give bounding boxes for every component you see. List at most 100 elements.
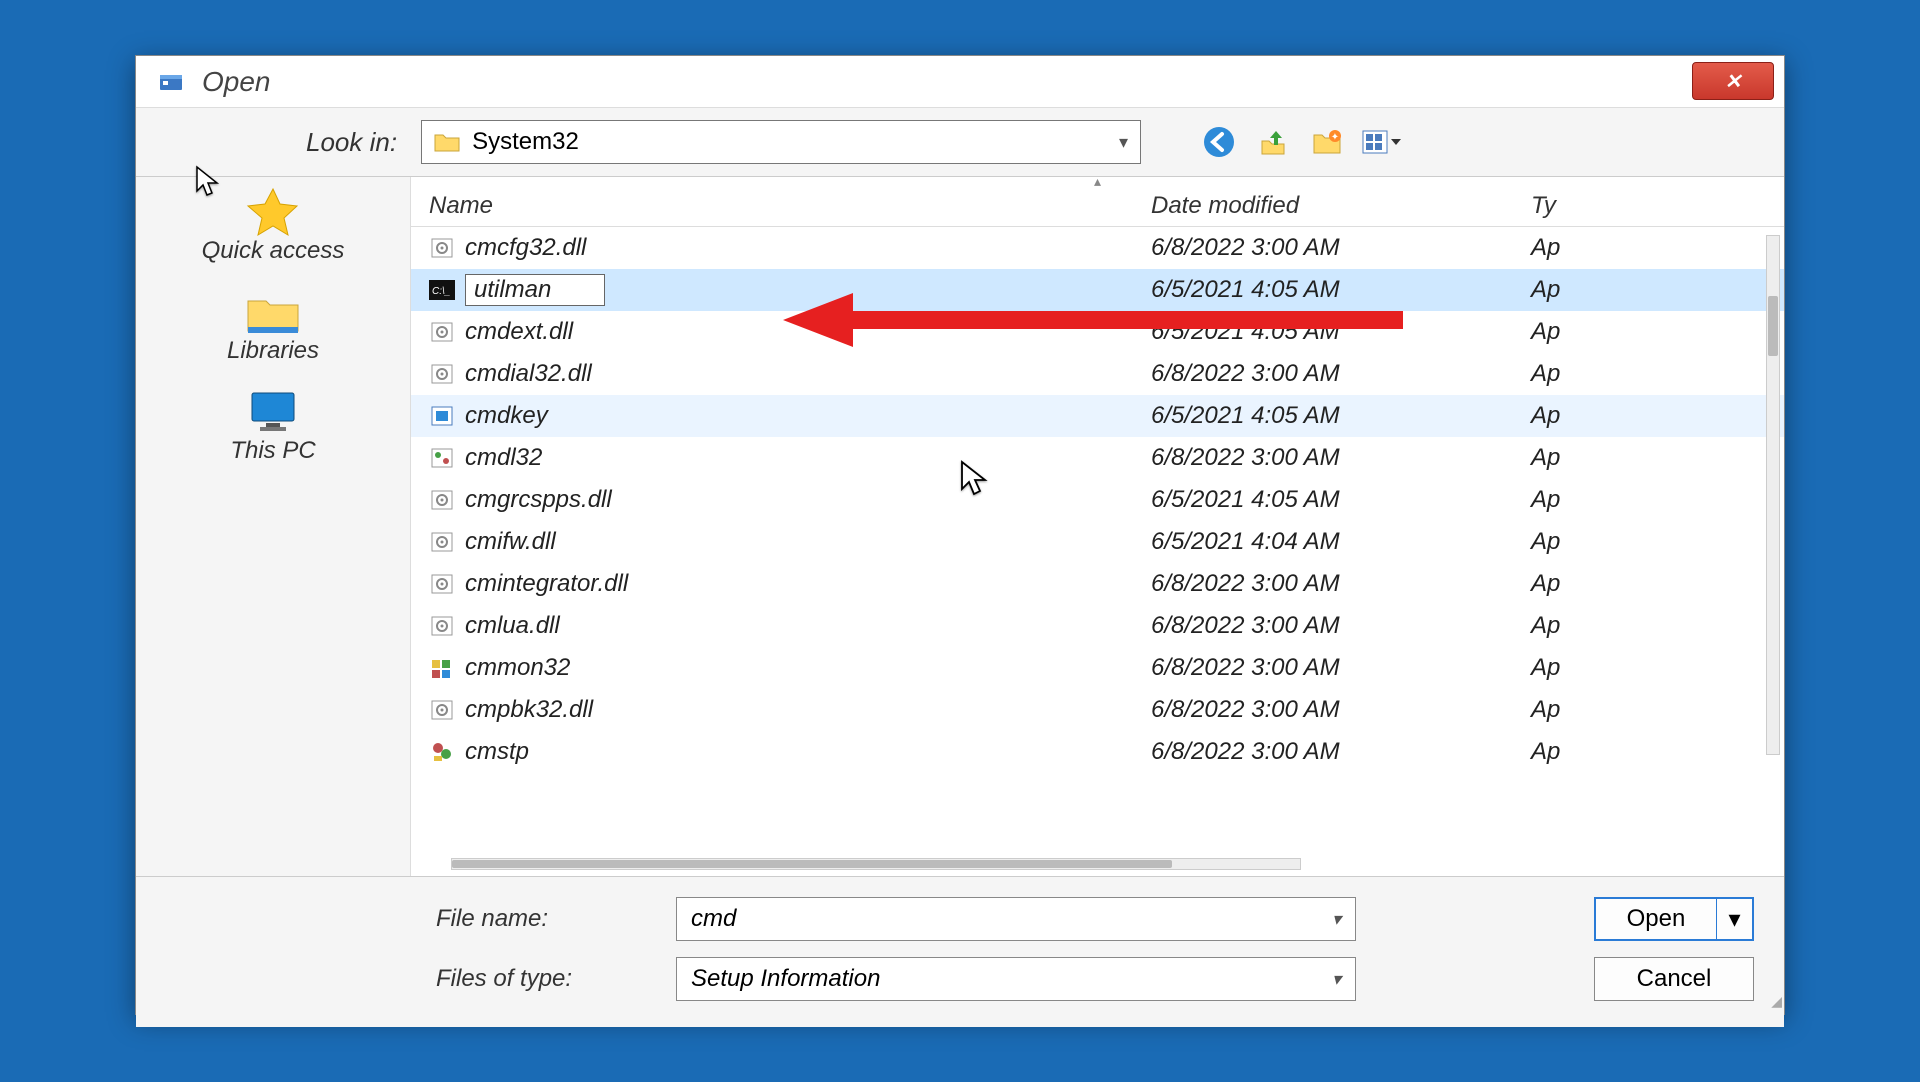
file-name: cmdkey bbox=[465, 402, 548, 430]
gear-icon bbox=[429, 571, 455, 597]
file-row[interactable]: cmifw.dll 6/5/2021 4:04 AMAp bbox=[411, 521, 1784, 563]
resize-grip-icon[interactable]: ◢ bbox=[1771, 993, 1778, 1010]
file-name-value: cmd bbox=[691, 905, 736, 933]
places-bar: Quick access Libraries This PC bbox=[136, 177, 411, 876]
file-date: 6/5/2021 4:05 AM bbox=[1151, 276, 1531, 304]
file-name: cmmon32 bbox=[465, 654, 570, 682]
column-header-name[interactable]: Name bbox=[411, 192, 1151, 220]
place-libraries[interactable]: Libraries bbox=[227, 287, 319, 365]
gear-icon bbox=[429, 487, 455, 513]
open-button-label: Open bbox=[1596, 899, 1716, 939]
file-row[interactable]: cmdial32.dll 6/8/2022 3:00 AMAp bbox=[411, 353, 1784, 395]
cancel-button[interactable]: Cancel bbox=[1594, 957, 1754, 1001]
place-quick-access[interactable]: Quick access bbox=[202, 187, 345, 265]
file-name: cmdial32.dll bbox=[465, 360, 592, 388]
file-date: 6/5/2021 4:05 AM bbox=[1151, 402, 1531, 430]
file-row[interactable]: cmlua.dll6/8/2022 3:00 AMAp bbox=[411, 605, 1784, 647]
column-header-date[interactable]: Date modified bbox=[1151, 192, 1531, 220]
gear-icon bbox=[429, 235, 455, 261]
star-icon bbox=[243, 187, 303, 237]
file-rows[interactable]: cmcfg32.dll6/8/2022 3:00 AMApC:\_utilman… bbox=[411, 227, 1784, 807]
file-type: Ap bbox=[1531, 696, 1784, 724]
file-type-value: Setup Information bbox=[691, 965, 880, 993]
file-name-label: File name: bbox=[436, 905, 656, 933]
file-row[interactable]: C:\_utilman6/5/2021 4:05 AMAp bbox=[411, 269, 1784, 311]
file-date: 6/8/2022 3:00 AM bbox=[1151, 444, 1531, 472]
file-row[interactable]: cmdkey 6/5/2021 4:05 AMAp bbox=[411, 395, 1784, 437]
body-area: Quick access Libraries This PC ▴ Name Da… bbox=[136, 176, 1784, 876]
close-icon: ✕ bbox=[1725, 69, 1742, 94]
file-date: 6/8/2022 3:00 AM bbox=[1151, 696, 1531, 724]
gear-icon bbox=[429, 529, 455, 555]
rename-input[interactable]: utilman bbox=[465, 274, 605, 306]
lookin-value: System32 bbox=[472, 128, 579, 156]
file-row[interactable]: cmdl32 6/8/2022 3:00 AMAp bbox=[411, 437, 1784, 479]
place-this-pc[interactable]: This PC bbox=[230, 387, 315, 465]
file-date: 6/8/2022 3:00 AM bbox=[1151, 654, 1531, 682]
file-name: cmdext.dll bbox=[465, 318, 573, 346]
nav-back-button[interactable] bbox=[1199, 122, 1239, 162]
file-row[interactable]: cmcfg32.dll 6/8/2022 3:00 AMAp bbox=[411, 227, 1784, 269]
nav-up-button[interactable] bbox=[1253, 122, 1293, 162]
file-type-label: Files of type: bbox=[436, 965, 656, 993]
file-row[interactable]: cmdext.dll 6/5/2021 4:05 AMAp bbox=[411, 311, 1784, 353]
file-date: 6/8/2022 3:00 AM bbox=[1151, 360, 1531, 388]
file-type: Ap bbox=[1531, 360, 1784, 388]
place-label: This PC bbox=[230, 437, 315, 465]
file-date: 6/5/2021 4:05 AM bbox=[1151, 486, 1531, 514]
file-name: cmlua.dll bbox=[465, 612, 560, 640]
libraries-icon bbox=[243, 287, 303, 337]
app-icon bbox=[429, 403, 455, 429]
place-label: Quick access bbox=[202, 237, 345, 265]
close-button[interactable]: ✕ bbox=[1692, 62, 1774, 100]
vertical-scrollbar[interactable] bbox=[1766, 235, 1780, 755]
file-name: cmpbk32.dll bbox=[465, 696, 593, 724]
new-folder-button[interactable]: ✦ bbox=[1307, 122, 1347, 162]
list-header[interactable]: Name Date modified Ty bbox=[411, 185, 1784, 227]
file-row[interactable]: cmmon326/8/2022 3:00 AMAp bbox=[411, 647, 1784, 689]
place-label: Libraries bbox=[227, 337, 319, 365]
file-row[interactable]: cmintegrator.dll6/8/2022 3:00 AMAp bbox=[411, 563, 1784, 605]
mix2-icon bbox=[429, 739, 455, 765]
open-button-dropdown[interactable]: ▾ bbox=[1716, 899, 1752, 939]
file-type: Ap bbox=[1531, 570, 1784, 598]
file-row[interactable]: cmpbk32.dll 6/8/2022 3:00 AMAp bbox=[411, 689, 1784, 731]
file-type: Ap bbox=[1531, 528, 1784, 556]
open-file-dialog: Open ✕ Look in: System32 ▾ ✦ bbox=[135, 55, 1785, 1015]
bottom-panel: File name: cmd ▾ Open ▾ Files of type: S… bbox=[136, 876, 1784, 1027]
column-header-type[interactable]: Ty bbox=[1531, 192, 1784, 220]
file-type: Ap bbox=[1531, 612, 1784, 640]
file-date: 6/8/2022 3:00 AM bbox=[1151, 570, 1531, 598]
mix-icon bbox=[429, 655, 455, 681]
file-name-input[interactable]: cmd ▾ bbox=[676, 897, 1356, 941]
file-type: Ap bbox=[1531, 444, 1784, 472]
file-date: 6/5/2021 4:04 AM bbox=[1151, 528, 1531, 556]
file-name: cmcfg32.dll bbox=[465, 234, 586, 262]
file-date: 6/5/2021 4:05 AM bbox=[1151, 318, 1531, 346]
file-date: 6/8/2022 3:00 AM bbox=[1151, 738, 1531, 766]
file-type: Ap bbox=[1531, 318, 1784, 346]
folder-icon bbox=[434, 131, 460, 153]
file-row[interactable]: cmgrcspps.dll6/5/2021 4:05 AMAp bbox=[411, 479, 1784, 521]
lookin-dropdown[interactable]: System32 ▾ bbox=[421, 120, 1141, 164]
file-list-pane: ▴ Name Date modified Ty cmcfg32.dll 6/8/2… bbox=[411, 177, 1784, 876]
file-type: Ap bbox=[1531, 402, 1784, 430]
gear-icon bbox=[429, 319, 455, 345]
file-type: Ap bbox=[1531, 276, 1784, 304]
file-type: Ap bbox=[1531, 234, 1784, 262]
gear-icon bbox=[429, 697, 455, 723]
file-date: 6/8/2022 3:00 AM bbox=[1151, 234, 1531, 262]
gear-icon bbox=[429, 361, 455, 387]
file-type: Ap bbox=[1531, 486, 1784, 514]
file-name: cmdl32 bbox=[465, 444, 542, 472]
open-button[interactable]: Open ▾ bbox=[1594, 897, 1754, 941]
view-menu-button[interactable] bbox=[1361, 122, 1401, 162]
sort-indicator-icon: ▴ bbox=[411, 177, 1784, 185]
file-row[interactable]: cmstp6/8/2022 3:00 AMAp bbox=[411, 731, 1784, 773]
net-icon bbox=[429, 445, 455, 471]
file-name: cmifw.dll bbox=[465, 528, 556, 556]
horizontal-scrollbar[interactable] bbox=[451, 858, 1301, 870]
file-type-dropdown[interactable]: Setup Information ▾ bbox=[676, 957, 1356, 1001]
svg-text:✦: ✦ bbox=[1331, 132, 1339, 143]
titlebar[interactable]: Open ✕ bbox=[136, 56, 1784, 108]
